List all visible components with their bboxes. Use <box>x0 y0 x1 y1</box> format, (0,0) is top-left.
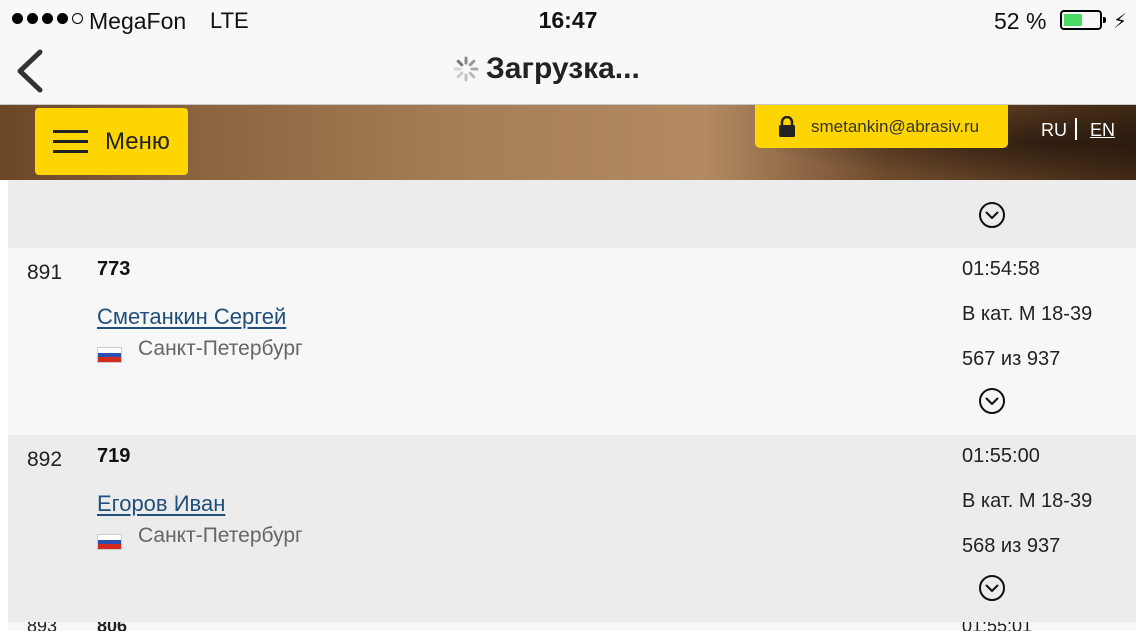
charging-bolt-icon: ⚡ <box>1113 11 1128 33</box>
lock-icon <box>779 115 795 137</box>
expand-row-button[interactable] <box>978 387 1006 420</box>
result-bib: 773 <box>97 258 131 280</box>
chevron-down-circle-icon <box>979 388 1005 414</box>
user-email: smetankin@abrasiv.ru <box>811 116 980 136</box>
hamburger-icon <box>53 129 88 153</box>
battery-fill <box>1064 14 1082 26</box>
category-place: 568 из 937 <box>962 535 1061 557</box>
category-label: В кат. М 18-39 <box>962 490 1093 512</box>
result-position: 893 <box>27 622 57 631</box>
table-row-previous <box>8 180 1136 248</box>
lang-ru-link[interactable]: RU <box>1041 120 1067 141</box>
table-row: 891 773 Сметанкин Сергей Санкт-Петербург… <box>8 248 1136 435</box>
expand-row-button[interactable] <box>978 574 1006 607</box>
finish-time: 01:55:01 <box>962 622 1032 631</box>
result-bib: 719 <box>97 445 131 467</box>
results-list: 891 773 Сметанкин Сергей Санкт-Петербург… <box>8 180 1136 631</box>
loading-spinner-icon <box>453 56 479 82</box>
navigation-bar: Загрузка... <box>0 42 1136 105</box>
russia-flag-icon <box>97 534 122 550</box>
battery-nub <box>1103 17 1106 23</box>
lang-en-link[interactable]: EN <box>1090 120 1115 141</box>
site-header: Меню smetankin@abrasiv.ru RU EN <box>0 105 1136 180</box>
athlete-name-link[interactable]: Сметанкин Сергей <box>97 304 286 330</box>
athlete-name-link[interactable]: Егоров Иван <box>97 491 225 517</box>
page-title-text: Загрузка... <box>486 52 640 85</box>
chevron-down-circle-icon <box>979 575 1005 601</box>
menu-button[interactable]: Меню <box>35 108 188 175</box>
menu-label: Меню <box>105 127 170 155</box>
chevron-left-icon <box>17 49 43 93</box>
result-bib: 806 <box>97 622 127 631</box>
battery-percent: 52 % <box>994 8 1047 34</box>
table-row: 892 719 Егоров Иван Санкт-Петербург 01:5… <box>8 435 1136 622</box>
finish-time: 01:54:58 <box>962 258 1040 280</box>
result-position: 892 <box>27 448 63 471</box>
category-label: В кат. М 18-39 <box>962 303 1093 325</box>
athlete-city: Санкт-Петербург <box>138 337 303 360</box>
chevron-down-circle-icon <box>979 202 1005 228</box>
athlete-city: Санкт-Петербург <box>138 524 303 547</box>
expand-row-button[interactable] <box>978 201 1006 234</box>
back-button[interactable] <box>14 46 48 101</box>
finish-time: 01:55:00 <box>962 445 1040 467</box>
page-title: Загрузка... <box>452 52 640 86</box>
result-position: 891 <box>27 261 63 284</box>
table-row-partial: 893 806 01:55:01 <box>8 622 1136 631</box>
lang-divider <box>1075 118 1077 140</box>
battery-icon <box>1060 10 1106 30</box>
status-time: 16:47 <box>538 7 598 33</box>
status-bar: MegaFon LTE 16:47 52 % ⚡ <box>0 0 1136 42</box>
russia-flag-icon <box>97 347 122 363</box>
category-place: 567 из 937 <box>962 348 1061 370</box>
user-account-button[interactable]: smetankin@abrasiv.ru <box>755 105 1008 148</box>
